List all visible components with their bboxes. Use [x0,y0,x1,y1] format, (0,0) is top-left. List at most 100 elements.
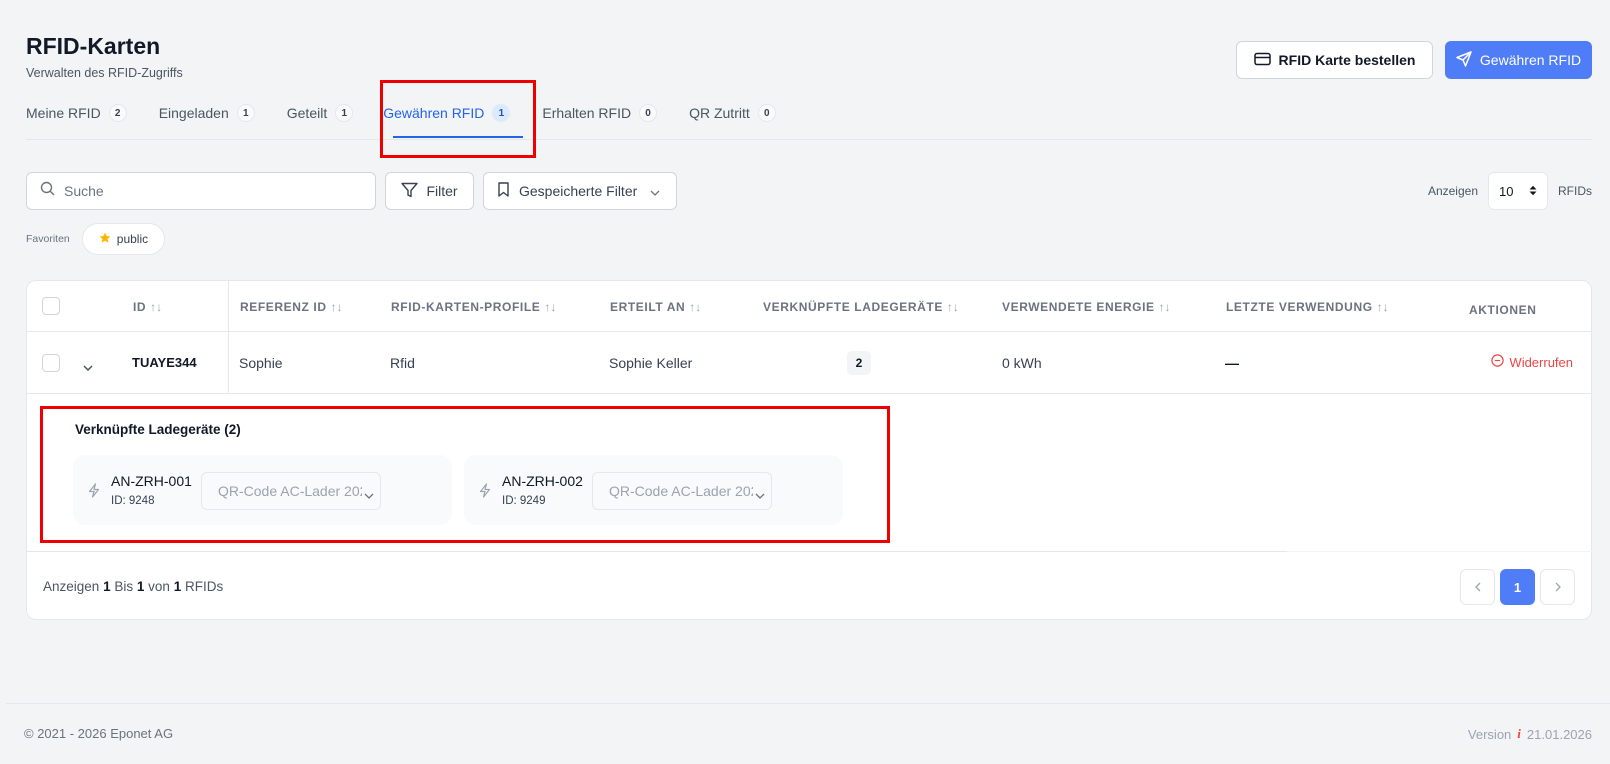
select-all-checkbox[interactable] [42,297,60,315]
saved-filters-dropdown[interactable]: Gespeicherte Filter [483,172,677,210]
column-header-referenz-id[interactable]: REFERENZ ID ↑↓ [240,300,343,314]
charger-name: AN-ZRH-001 [111,473,192,489]
column-header-profiles[interactable]: RFID-KARTEN-PROFILE ↑↓ [391,300,556,314]
tab-count-badge: 1 [335,104,354,122]
tab-label: Gewähren RFID [383,105,485,121]
footer-copyright: © 2021 - 2026 Eponet AG [24,726,174,741]
info-icon[interactable]: i [1517,726,1521,742]
previous-page-button[interactable] [1460,569,1495,605]
charger-name: AN-ZRH-002 [502,473,583,489]
saved-filters-label: Gespeicherte Filter [519,183,638,199]
summary-to: 1 [136,579,145,594]
footer-version: Version i 21.01.2026 [1468,726,1592,742]
column-header-label: ID [133,300,147,314]
tab-eingeladen[interactable]: Eingeladen 1 [159,100,255,126]
page-header: RFID-Karten Verwalten des RFID-Zugriffs [26,33,183,80]
page: RFID-Karten Verwalten des RFID-Zugriffs … [0,0,1610,764]
charger-profile-value: QR-Code AC-Lader 2025 [609,483,767,499]
tab-qr-zutritt[interactable]: QR Zutritt 0 [689,100,776,126]
sort-icon: ↑↓ [150,300,163,314]
linked-chargers-count-badge[interactable]: 2 [847,351,871,375]
star-icon [99,232,111,247]
chevron-down-icon [650,183,660,199]
chevron-left-icon [1474,580,1481,595]
column-header-label: LETZTE VERWENDUNG [1226,300,1373,314]
pagination-summary: Anzeigen 1 Bis 1 von 1 RFIDs [43,579,223,594]
tab-label: Meine RFID [26,105,101,121]
charger-id: ID: 9249 [502,495,546,507]
tab-count-badge: 0 [639,104,658,122]
tab-label: Geteilt [286,105,328,121]
tab-bar: Meine RFID 2 Eingeladen 1 Geteilt 1 Gewä… [26,100,808,126]
linked-charger-card: AN-ZRH-001 ID: 9248 QR-Code AC-Lader 202… [73,455,452,525]
column-header-label: RFID-KARTEN-PROFILE [391,300,541,314]
charger-profile-select[interactable]: QR-Code AC-Lader 2025 [592,472,772,510]
sort-icon: ↑↓ [689,300,702,314]
cell-erteilt-an: Sophie Keller [609,355,693,371]
charger-profile-value: QR-Code AC-Lader 2025 [218,483,376,499]
order-rfid-card-button[interactable]: RFID Karte bestellen [1236,41,1433,79]
column-header-label: REFERENZ ID [240,300,327,314]
column-header-label: VERKNÜPFTE LADEGERÄTE [763,300,943,314]
chevron-right-icon [1555,580,1561,595]
grant-rfid-button[interactable]: Gewähren RFID [1445,41,1592,79]
row-checkbox[interactable] [42,354,60,372]
favorites-bar: Favoriten public [26,223,166,255]
version-date: 21.01.2026 [1526,726,1592,742]
chevron-down-icon [362,484,376,504]
perpage-suffix: RFIDs [1558,184,1592,198]
tab-count-badge: 1 [236,104,255,122]
tabs-divider [26,139,1592,140]
revoke-label: Widerrufen [1509,354,1573,370]
search-box[interactable] [26,172,376,210]
rows-per-page-value: 10 [1499,183,1514,199]
cell-letzte-verwendung: — [1225,355,1239,371]
tab-label: Erhalten RFID [542,105,632,121]
table-bottom-divider [27,551,1287,552]
filter-button[interactable]: Filter [385,172,474,210]
tab-gewaehren-rfid[interactable]: Gewähren RFID 1 [383,100,511,126]
rows-per-page-select[interactable]: 10 [1488,172,1548,210]
tab-meine-rfid[interactable]: Meine RFID 2 [26,100,127,126]
lightning-icon [88,483,100,503]
column-header-energie[interactable]: VERWENDETE ENERGIE ↑↓ [1002,300,1171,314]
search-icon [40,181,55,201]
minus-circle-icon [1491,354,1505,370]
version-label: Version [1467,726,1512,742]
tab-geteilt[interactable]: Geteilt 1 [286,100,354,126]
expanded-row-details: Verknüpfte Ladegeräte (2) AN-ZRH-001 ID:… [27,394,1591,548]
column-header-erteilt-an[interactable]: ERTEILT AN ↑↓ [610,300,701,314]
sort-updown-icon [1529,184,1537,199]
revoke-button[interactable]: Widerrufen [1491,354,1573,370]
page-button-current[interactable]: 1 [1500,569,1535,605]
tab-erhalten-rfid[interactable]: Erhalten RFID 0 [542,100,658,126]
expand-row-chevron-icon[interactable] [83,358,93,376]
search-input[interactable] [64,183,354,199]
grant-rfid-label: Gewähren RFID [1479,52,1582,68]
charger-id: ID: 9248 [111,495,155,507]
charger-profile-select[interactable]: QR-Code AC-Lader 2025 [201,472,381,510]
sort-icon: ↑↓ [330,300,343,314]
column-header-letzte-verwendung[interactable]: LETZTE VERWENDUNG ↑↓ [1226,300,1389,314]
column-header-label: VERWENDETE ENERGIE [1002,300,1155,314]
tab-label: Eingeladen [158,105,229,121]
summary-suffix: RFIDs [184,579,224,594]
column-header-label: ERTEILT AN [610,300,686,314]
column-header-ladegeraete[interactable]: VERKNÜPFTE LADEGERÄTE ↑↓ [763,300,959,314]
favorite-chip-public[interactable]: public [81,223,166,255]
column-header-id[interactable]: ID ↑↓ [133,300,162,314]
table-row: TUAYE344 Sophie Rfid Sophie Keller 2 0 k… [27,332,1591,394]
column-header-aktionen: AKTIONEN [1469,303,1537,317]
rfid-table-card: ID ↑↓ REFERENZ ID ↑↓ RFID-KARTEN-PROFILE… [26,280,1593,620]
chevron-down-icon [753,484,767,504]
order-rfid-card-label: RFID Karte bestellen [1278,52,1416,68]
favorite-chip-label: public [116,232,149,246]
next-page-button[interactable] [1540,569,1575,605]
send-icon [1456,50,1472,70]
linked-charger-card: AN-ZRH-002 ID: 9249 QR-Code AC-Lader 202… [464,455,843,525]
linked-chargers-title: Verknüpfte Ladegeräte (2) [75,422,241,437]
filter-icon [401,182,419,201]
tab-label: QR Zutritt [689,105,750,121]
pagination: 1 [1460,569,1575,605]
cell-profile: Rfid [390,355,415,371]
